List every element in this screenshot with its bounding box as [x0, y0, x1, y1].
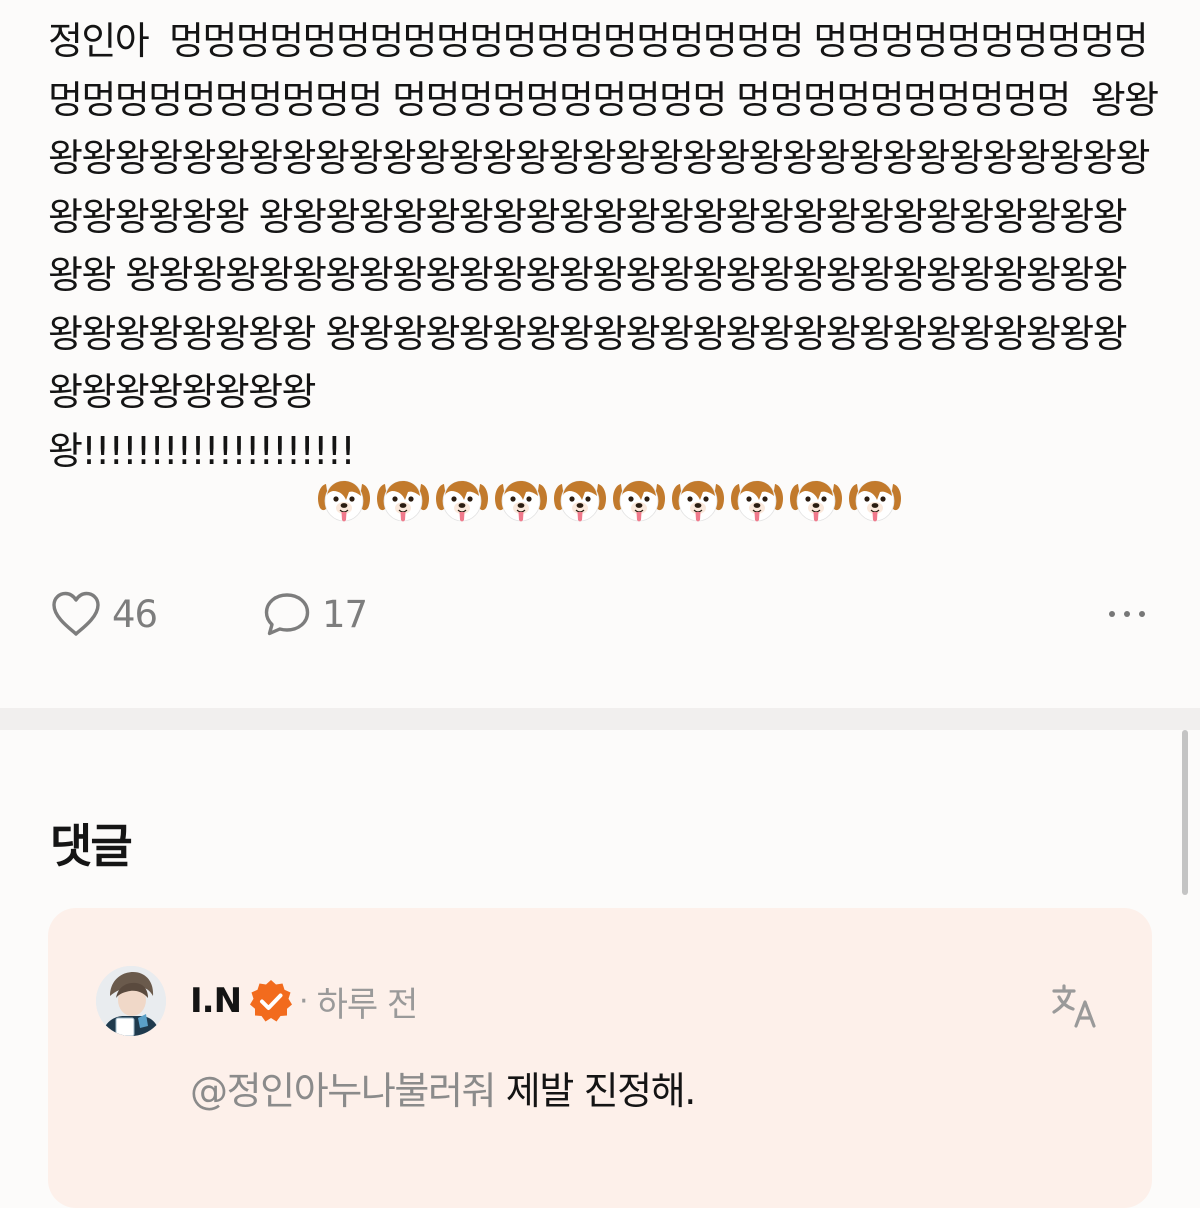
comment-count: 17 [322, 592, 368, 636]
dog-face-icon [729, 474, 788, 528]
comments-section: 댓글 I.N · 하루 전 @정인아누나불러줘 제발 진정해. [0, 730, 1200, 1208]
comment-mention[interactable]: @정인아누나불러줘 [190, 1069, 496, 1113]
post-section: 정인아 멍멍멍멍멍멍멍멍멍멍멍멍멍멍멍멍멍멍멍 멍멍멍멍멍멍멍멍멍멍 멍멍멍멍멍… [0, 0, 1200, 708]
separator-dot: · [299, 983, 309, 1019]
scrollbar[interactable] [1182, 730, 1188, 895]
avatar[interactable] [96, 966, 166, 1036]
verified-badge-icon [250, 980, 293, 1022]
comment-button[interactable]: 17 [262, 586, 368, 642]
post-actions-bar: 46 17 [50, 586, 1145, 642]
like-button[interactable]: 46 [50, 586, 158, 642]
dog-face-icon [670, 474, 729, 528]
dog-face-icon [434, 474, 493, 528]
more-horizontal-icon [1109, 611, 1145, 617]
dog-emoji-row [316, 474, 906, 528]
like-count: 46 [112, 592, 158, 636]
translate-icon[interactable] [1050, 982, 1100, 1030]
dog-face-icon [493, 474, 552, 528]
comment-author-line: I.N · 하루 전 [190, 976, 419, 1026]
comment-text: @정인아누나불러줘 제발 진정해. [190, 1060, 697, 1115]
comment-time: 하루 전 [316, 984, 419, 1025]
dog-face-icon [316, 474, 375, 528]
dog-face-icon [611, 474, 670, 528]
section-divider [0, 708, 1200, 730]
comment-body: 제발 진정해. [495, 1069, 697, 1113]
heart-icon [52, 591, 100, 636]
comments-heading: 댓글 [50, 819, 133, 873]
more-options-button[interactable] [1089, 586, 1145, 642]
dog-face-icon [788, 474, 847, 528]
dog-face-icon [375, 474, 434, 528]
speech-bubble-icon [264, 593, 310, 636]
avatar-image [96, 966, 166, 1036]
post-body-text: 정인아 멍멍멍멍멍멍멍멍멍멍멍멍멍멍멍멍멍멍멍 멍멍멍멍멍멍멍멍멍멍 멍멍멍멍멍… [48, 19, 1159, 473]
author-name[interactable]: I.N [190, 981, 242, 1021]
comment-card[interactable]: I.N · 하루 전 @정인아누나불러줘 제발 진정해. [48, 908, 1152, 1208]
dog-face-icon [552, 474, 611, 528]
dog-face-icon [847, 474, 906, 528]
